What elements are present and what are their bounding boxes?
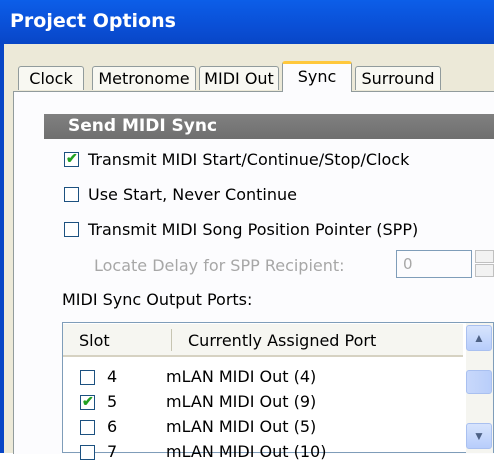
tab-label: Sync xyxy=(297,67,337,86)
slot-number: 4 xyxy=(107,367,118,386)
transmit-midi-clock-checkbox[interactable]: ✔ xyxy=(64,150,79,167)
tab-metronome[interactable]: Metronome xyxy=(92,66,196,90)
scroll-up-button[interactable]: ▲ xyxy=(466,325,492,351)
output-ports-label: MIDI Sync Output Ports: xyxy=(62,290,253,309)
window-title: Project Options xyxy=(10,10,176,32)
locate-delay-spinner[interactable] xyxy=(475,250,494,278)
port-name[interactable]: mLAN MIDI Out (4) xyxy=(166,367,316,386)
tab-sync[interactable]: Sync xyxy=(282,61,352,92)
row-checkbox[interactable] xyxy=(80,370,95,385)
chevron-down-icon: ▼ xyxy=(473,429,485,443)
column-header-slot[interactable]: Slot xyxy=(79,331,110,350)
locate-delay-label: Locate Delay for SPP Recipient: xyxy=(94,256,345,275)
tab-clock[interactable]: Clock xyxy=(18,66,84,90)
window-border xyxy=(0,44,4,453)
tab-label: MIDI Out xyxy=(204,69,274,88)
section-title: Send MIDI Sync xyxy=(68,116,218,136)
row-checkbox[interactable]: ✔ xyxy=(80,393,95,410)
tab-label: Metronome xyxy=(98,69,190,88)
port-name[interactable]: mLAN MIDI Out (5) xyxy=(166,417,316,436)
section-header: Send MIDI Sync xyxy=(44,114,494,139)
checkmark-icon: ✔ xyxy=(82,393,94,409)
spin-up-button[interactable] xyxy=(475,250,494,263)
tab-label: Surround xyxy=(361,69,435,88)
list-header: Slot Currently Assigned Port xyxy=(63,324,463,357)
slot-number: 5 xyxy=(107,392,118,411)
transmit-spp-checkbox[interactable] xyxy=(64,222,79,237)
locate-delay-input[interactable]: 0 xyxy=(396,250,472,278)
row-checkbox[interactable] xyxy=(80,420,95,435)
use-start-never-continue-checkbox[interactable] xyxy=(64,187,79,202)
transmit-midi-clock-label[interactable]: Transmit MIDI Start/Continue/Stop/Clock xyxy=(88,150,409,169)
checkmark-icon: ✔ xyxy=(66,150,78,166)
list-scrollbar[interactable]: ▲ ▼ xyxy=(466,323,493,453)
title-bar: Project Options xyxy=(0,0,494,44)
scroll-down-button[interactable]: ▼ xyxy=(466,423,492,449)
scroll-thumb[interactable] xyxy=(466,370,492,394)
column-divider[interactable] xyxy=(171,329,172,351)
slot-number: 6 xyxy=(107,417,118,436)
port-name[interactable]: mLAN MIDI Out (9) xyxy=(166,392,316,411)
tab-label: Clock xyxy=(29,69,73,88)
slot-number: 7 xyxy=(107,442,118,461)
use-start-never-continue-label[interactable]: Use Start, Never Continue xyxy=(88,185,297,204)
transmit-spp-label[interactable]: Transmit MIDI Song Position Pointer (SPP… xyxy=(88,220,418,239)
port-name[interactable]: mLAN MIDI Out (10) xyxy=(166,442,326,461)
locate-delay-value: 0 xyxy=(403,255,413,273)
chevron-up-icon: ▲ xyxy=(473,331,485,345)
column-header-port[interactable]: Currently Assigned Port xyxy=(188,331,376,350)
tab-surround[interactable]: Surround xyxy=(355,66,441,90)
tab-midi-out[interactable]: MIDI Out xyxy=(199,66,279,90)
spin-down-button[interactable] xyxy=(475,264,494,277)
